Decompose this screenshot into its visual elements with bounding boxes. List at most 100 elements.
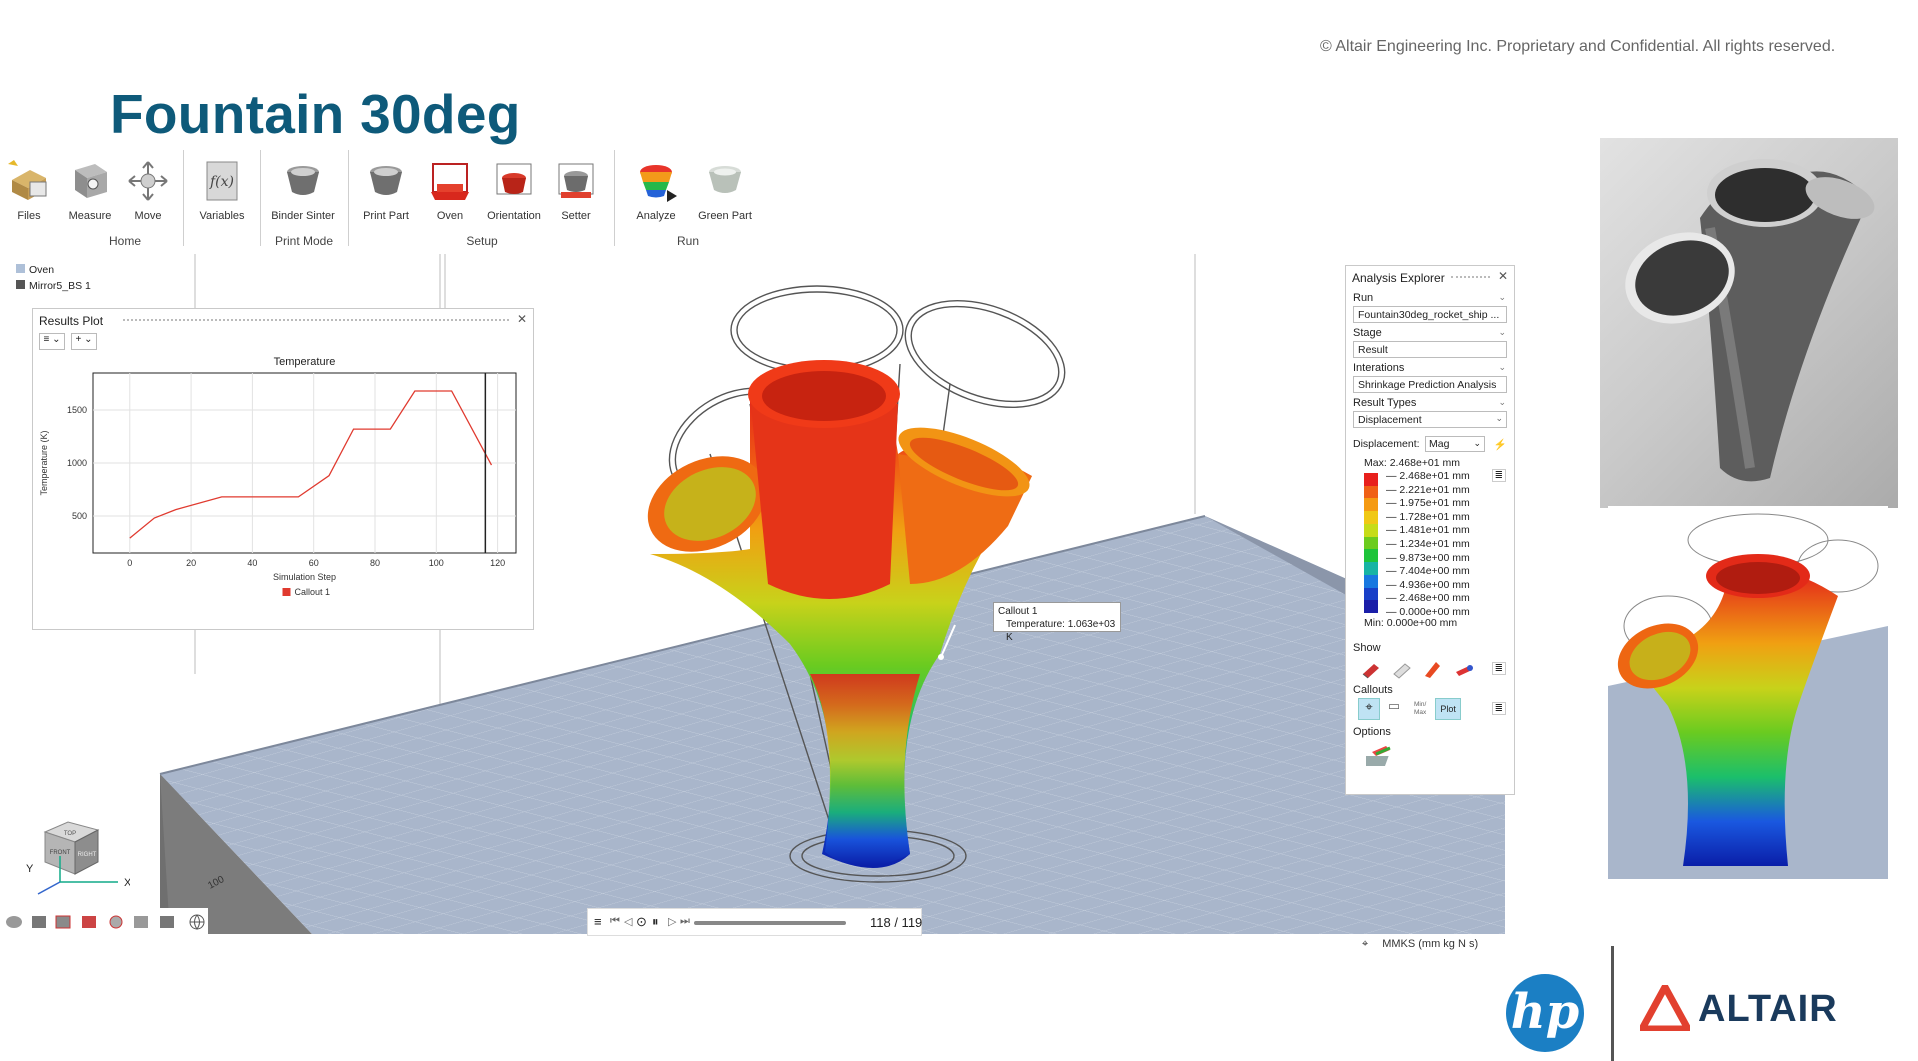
max-label: Max: bbox=[1364, 457, 1387, 469]
cube-top-label: TOP bbox=[64, 831, 76, 837]
callouts-label: Callouts bbox=[1353, 684, 1393, 696]
setter-icon bbox=[558, 163, 594, 198]
orientation-button[interactable]: Orientation bbox=[482, 158, 546, 228]
group-run-label: Run bbox=[676, 234, 700, 248]
setter-button[interactable]: Setter bbox=[548, 158, 604, 228]
result-type-select[interactable]: Displacement ⌄ bbox=[1353, 411, 1507, 428]
legend-color-band bbox=[1364, 562, 1378, 575]
measure-button[interactable]: Measure bbox=[64, 158, 116, 228]
oven-button[interactable]: Oven bbox=[424, 158, 476, 228]
chevron-down-icon: ⌄ bbox=[1498, 292, 1506, 302]
move-button[interactable]: Move bbox=[122, 158, 174, 228]
altair-wordmark: ALTAIR bbox=[1698, 988, 1838, 1030]
legend-color-band bbox=[1364, 473, 1378, 486]
contour-legend: Max: 2.468e+01 mm — 2.468e+01 mm — 2.221e… bbox=[1346, 457, 1514, 632]
result-types-label: Result Types ⌄ bbox=[1353, 397, 1506, 409]
browser-item-part[interactable]: Mirror5_BS 1 bbox=[16, 278, 91, 294]
min-value: 0.000e+00 mm bbox=[1386, 617, 1458, 629]
options-icon[interactable] bbox=[1360, 744, 1396, 770]
displacement-row: Displacement: Mag ⌄ ⚡ bbox=[1353, 436, 1507, 455]
model-browser: Oven Mirror5_BS 1 bbox=[16, 262, 91, 294]
options-label: Options bbox=[1353, 726, 1391, 738]
legend-value: — 2.468e+01 mm bbox=[1386, 470, 1470, 482]
playbar-menu-icon[interactable]: ≡ bbox=[594, 914, 602, 929]
variables-label: Variables bbox=[199, 210, 245, 222]
tube-shape-icon[interactable] bbox=[1453, 658, 1475, 680]
callout-pin-icon[interactable]: ⌖ bbox=[1358, 698, 1380, 720]
record-icon[interactable]: ⊙ bbox=[636, 914, 647, 930]
plus-icon: + ⌄ bbox=[75, 334, 93, 345]
analysis-explorer-panel: Analysis Explorer ✕ Run ⌄ Fountain30deg_r… bbox=[1345, 265, 1515, 795]
view-pan-icon[interactable] bbox=[32, 916, 46, 928]
variables-button[interactable]: f(x) Variables bbox=[194, 158, 250, 228]
view-globe-icon[interactable] bbox=[189, 914, 205, 930]
legend-value: — 1.975e+01 mm bbox=[1386, 497, 1470, 510]
analyze-button[interactable]: Analyze bbox=[626, 158, 686, 228]
step-forward-icon[interactable]: ▷ bbox=[668, 915, 676, 928]
legend-colorbar bbox=[1364, 473, 1378, 614]
group-print-mode-label: Print Mode bbox=[274, 234, 334, 248]
x-axis-label: Simulation Step bbox=[273, 572, 336, 582]
pause-icon[interactable]: ⏸ bbox=[652, 914, 659, 930]
view-section-icon[interactable] bbox=[55, 915, 71, 929]
view-orbit-icon[interactable] bbox=[6, 916, 22, 928]
green-part-button[interactable]: Green Part bbox=[694, 158, 756, 228]
legend-menu-icon[interactable]: ≣ bbox=[1491, 469, 1506, 482]
units-indicator[interactable]: ⌖ MMKS (mm kg N s) bbox=[1362, 938, 1478, 951]
displacement-mode-select[interactable]: Mag ⌄ bbox=[1425, 436, 1485, 452]
view-box-icon[interactable] bbox=[160, 916, 174, 928]
results-plot-title: Results Plot bbox=[39, 314, 104, 328]
callouts-menu-icon[interactable]: ≣ bbox=[1491, 702, 1506, 715]
results-plot-header: Results Plot ✕ bbox=[33, 309, 533, 331]
interactions-field[interactable]: Shrinkage Prediction Analysis bbox=[1353, 376, 1507, 393]
close-icon[interactable]: ✕ bbox=[517, 312, 527, 326]
measure-label: Measure bbox=[68, 210, 112, 222]
analysis-explorer-title: Analysis Explorer bbox=[1352, 271, 1445, 285]
callout-note-icon[interactable]: ▭ bbox=[1383, 698, 1405, 720]
plot-toggle[interactable]: Plot bbox=[1435, 698, 1462, 720]
print-part-button[interactable]: Print Part bbox=[356, 158, 416, 228]
files-label: Files bbox=[17, 210, 41, 222]
chevron-down-icon: ⌄ bbox=[1473, 438, 1481, 448]
chevron-down-icon: ⌄ bbox=[1498, 362, 1506, 372]
stage-field[interactable]: Result bbox=[1353, 341, 1507, 358]
y-tick-label: 500 bbox=[72, 511, 87, 521]
green-part-label: Green Part bbox=[698, 210, 752, 222]
view-zoom-icon[interactable] bbox=[109, 915, 123, 929]
min-max-toggle[interactable]: Min/ Max bbox=[1408, 698, 1432, 720]
callout-box[interactable]: Callout 1 Temperature: 1.063e+03 K bbox=[993, 602, 1121, 643]
contour-shape-icon[interactable] bbox=[1422, 658, 1444, 680]
first-frame-icon[interactable]: ⏮ bbox=[610, 915, 620, 928]
files-button[interactable]: Files bbox=[5, 158, 53, 228]
close-icon[interactable]: ✕ bbox=[1498, 269, 1508, 283]
interactions-label: Interations ⌄ bbox=[1353, 362, 1506, 374]
frame-slider[interactable] bbox=[694, 921, 846, 925]
view-cube[interactable]: TOP FRONT RIGHT X Y bbox=[20, 812, 132, 902]
copyright-notice: © Altair Engineering Inc. Proprietary an… bbox=[1320, 38, 1836, 55]
move-icon bbox=[128, 161, 168, 201]
deformed-shape-icon[interactable] bbox=[1360, 658, 1382, 680]
step-back-icon[interactable]: ◁ bbox=[624, 915, 632, 928]
function-icon: f(x) bbox=[206, 161, 238, 201]
browser-item-oven[interactable]: Oven bbox=[16, 262, 91, 278]
drag-handle[interactable] bbox=[123, 319, 509, 321]
binder-sinter-button[interactable]: Binder Sinter bbox=[268, 158, 338, 228]
last-frame-icon[interactable]: ⏭ bbox=[680, 915, 690, 928]
legend-label: Callout 1 bbox=[295, 587, 331, 597]
part-swatch bbox=[16, 280, 25, 289]
lightning-icon[interactable]: ⚡ bbox=[1494, 438, 1507, 451]
view-shading-icon[interactable] bbox=[82, 916, 96, 928]
view-fit-icon[interactable] bbox=[134, 916, 148, 928]
show-menu-icon[interactable]: ≣ bbox=[1491, 662, 1506, 675]
hp-logo: hp bbox=[1506, 974, 1584, 1052]
show-label: Show bbox=[1353, 642, 1381, 654]
drag-handle[interactable] bbox=[1451, 276, 1490, 278]
plot-menu-dropdown[interactable]: ≡ ⌄ bbox=[39, 333, 65, 350]
units-label: MMKS (mm kg N s) bbox=[1382, 938, 1479, 950]
x-tick-label: 120 bbox=[490, 558, 505, 568]
undeformed-shape-icon[interactable] bbox=[1391, 658, 1413, 680]
run-field[interactable]: Fountain30deg_rocket_ship ... bbox=[1353, 306, 1507, 323]
oven-label: Oven bbox=[436, 210, 464, 222]
altair-logo: ALTAIR bbox=[1636, 979, 1837, 1035]
add-curve-dropdown[interactable]: + ⌄ bbox=[71, 333, 97, 350]
